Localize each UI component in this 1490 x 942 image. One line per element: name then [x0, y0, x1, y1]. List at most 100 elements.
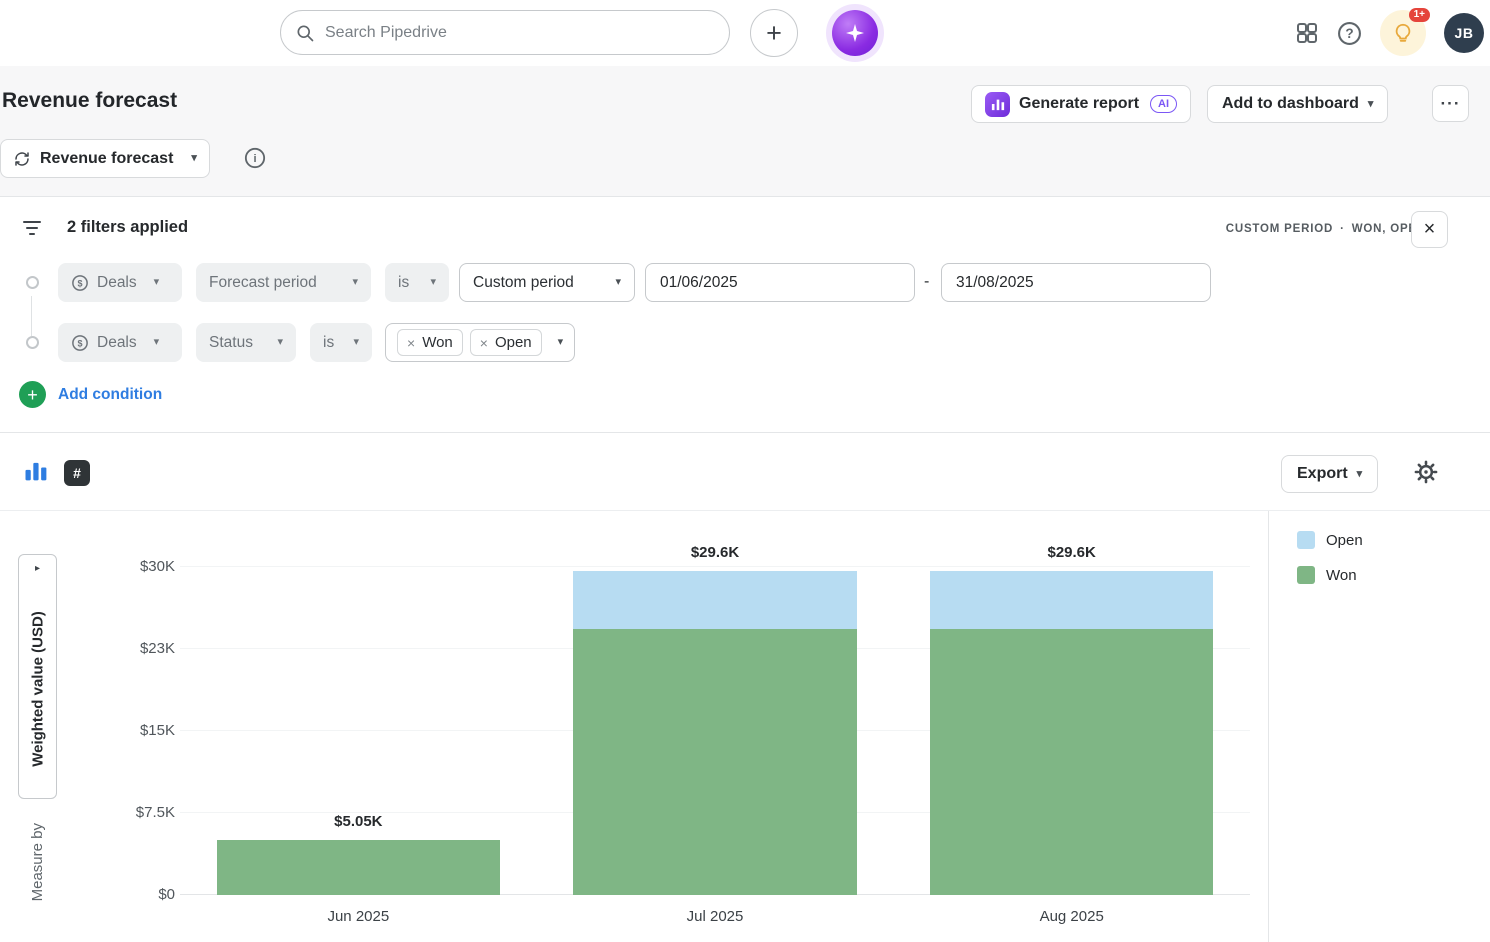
- help-icon[interactable]: ?: [1337, 21, 1362, 46]
- lightbulb-icon: [1392, 22, 1414, 44]
- measure-value: Weighted value (USD): [29, 611, 46, 767]
- bar-segment-open[interactable]: [930, 571, 1214, 629]
- gear-icon: [1413, 459, 1439, 485]
- remove-chip-icon[interactable]: ×: [407, 336, 415, 350]
- chevron-down-icon: ▾: [353, 337, 359, 348]
- ellipsis-icon: ···: [1441, 94, 1461, 114]
- export-button[interactable]: Export ▾: [1281, 455, 1378, 493]
- chevron-down-icon: ▾: [277, 337, 283, 348]
- value-label: Custom period: [473, 274, 574, 292]
- search-input[interactable]: [325, 24, 715, 42]
- date-from-input[interactable]: [645, 263, 915, 302]
- avatar-initials: JB: [1455, 25, 1474, 41]
- plus-icon: +: [766, 18, 782, 49]
- sync-icon: [13, 150, 31, 168]
- hash-icon: #: [64, 460, 90, 486]
- add-to-dashboard-label: Add to dashboard: [1222, 95, 1359, 113]
- export-label: Export: [1297, 465, 1348, 483]
- more-options-button[interactable]: ···: [1432, 85, 1469, 122]
- condition-connector: [31, 296, 32, 336]
- plot-area: $5.05K$29.6K$29.6K: [180, 567, 1250, 895]
- global-search[interactable]: [280, 10, 730, 55]
- y-tick-label: $15K: [90, 722, 175, 740]
- legend-swatch-won: [1297, 566, 1315, 584]
- ai-assistant-button[interactable]: [832, 10, 878, 56]
- whats-new-button[interactable]: 1+: [1380, 10, 1426, 56]
- bar-segment-won[interactable]: [217, 840, 501, 895]
- filters-summary: 2 filters applied: [67, 218, 188, 237]
- chip-won[interactable]: × Won: [397, 329, 463, 356]
- bar-total-label: $5.05K: [180, 813, 537, 830]
- filters-caption: CUSTOM PERIOD · WON, OPEN: [1226, 223, 1426, 235]
- entity-dropdown-row1[interactable]: $ Deals ▾: [58, 263, 182, 302]
- chip-open[interactable]: × Open: [470, 329, 542, 356]
- bar-slots: $5.05K$29.6K$29.6K: [180, 567, 1250, 895]
- sparkle-icon: [845, 23, 865, 43]
- quick-add-button[interactable]: +: [750, 9, 798, 57]
- condition-bullet: [26, 336, 39, 349]
- info-icon: i: [244, 147, 266, 169]
- chart-settings-button[interactable]: [1413, 459, 1439, 488]
- add-condition-label: Add condition: [58, 386, 162, 404]
- info-glyph: i: [253, 153, 256, 165]
- legend-label: Open: [1326, 532, 1363, 549]
- chip-label: Won: [422, 334, 453, 351]
- avatar[interactable]: JB: [1444, 13, 1484, 53]
- y-tick-label: $30K: [90, 558, 175, 576]
- bar-segment-won[interactable]: [930, 629, 1214, 895]
- field-dropdown-row1[interactable]: Forecast period ▾: [196, 263, 371, 302]
- entity-dropdown-row2[interactable]: $ Deals ▾: [58, 323, 182, 362]
- status-multiselect[interactable]: × Won × Open ▾: [385, 323, 575, 362]
- caption-separator: ·: [1340, 223, 1345, 235]
- x-axis-label: Jun 2025: [180, 908, 537, 925]
- legend-swatch-open: [1297, 531, 1315, 549]
- number-view-toggle[interactable]: #: [64, 460, 90, 486]
- chevron-down-icon: ▾: [154, 337, 160, 348]
- chart-view-toggle[interactable]: [22, 457, 50, 488]
- legend-item-open[interactable]: Open: [1297, 531, 1490, 549]
- dollar-glyph: $: [77, 278, 82, 288]
- filter-icon: [20, 216, 44, 240]
- entity-label: Deals: [97, 274, 137, 292]
- filters-panel: 2 filters applied CUSTOM PERIOD · WON, O…: [0, 196, 1490, 433]
- date-to-input[interactable]: [941, 263, 1211, 302]
- chevron-down-icon: ▾: [615, 277, 621, 288]
- remove-chip-icon[interactable]: ×: [480, 336, 488, 350]
- bar-segment-won[interactable]: [573, 629, 857, 895]
- deals-currency-icon: $: [71, 274, 89, 292]
- add-to-dashboard-button[interactable]: Add to dashboard ▾: [1207, 85, 1388, 123]
- marketplace-apps-icon[interactable]: [1295, 21, 1319, 45]
- plus-glyph: +: [27, 386, 38, 404]
- add-condition-button[interactable]: + Add condition: [19, 381, 162, 408]
- y-tick-label: $0: [90, 886, 175, 904]
- legend-item-won[interactable]: Won: [1297, 566, 1490, 584]
- dollar-glyph: $: [77, 338, 82, 348]
- ai-badge: AI: [1150, 95, 1177, 113]
- bar-segment-open[interactable]: [573, 571, 857, 629]
- measure-by-label-wrap: Measure by: [18, 807, 57, 917]
- bar-total-label: $29.6K: [893, 544, 1250, 561]
- bar-chart-icon: [22, 457, 50, 485]
- close-filters-button[interactable]: ×: [1411, 211, 1448, 248]
- field-label: Forecast period: [209, 274, 317, 292]
- search-icon: [295, 23, 315, 43]
- date-range-separator: -: [924, 273, 929, 291]
- operator-dropdown-row2[interactable]: is ▾: [310, 323, 372, 362]
- x-axis-label: Aug 2025: [893, 908, 1250, 925]
- measure-selector[interactable]: ▸ Weighted value (USD): [18, 554, 57, 799]
- info-button[interactable]: i: [244, 147, 266, 169]
- bar-slot: $29.6K: [537, 567, 894, 895]
- chevron-down-icon: ▾: [558, 337, 564, 348]
- measure-by-label: Measure by: [29, 823, 46, 901]
- field-dropdown-row2[interactable]: Status ▾: [196, 323, 296, 362]
- value-dropdown-row1[interactable]: Custom period ▾: [459, 263, 635, 302]
- stacked-bar-jun-2025[interactable]: [217, 840, 501, 895]
- report-selector[interactable]: Revenue forecast ▾: [0, 139, 210, 178]
- report-selector-label: Revenue forecast: [40, 150, 173, 168]
- stacked-bar-jul-2025[interactable]: [573, 571, 857, 895]
- y-axis: $0$7.5K$15K$23K$30K: [90, 567, 175, 895]
- stacked-bar-aug-2025[interactable]: [930, 571, 1214, 895]
- report-content: # Export ▾: [0, 433, 1490, 942]
- operator-dropdown-row1[interactable]: is ▾: [385, 263, 449, 302]
- generate-report-button[interactable]: Generate report AI: [971, 85, 1191, 123]
